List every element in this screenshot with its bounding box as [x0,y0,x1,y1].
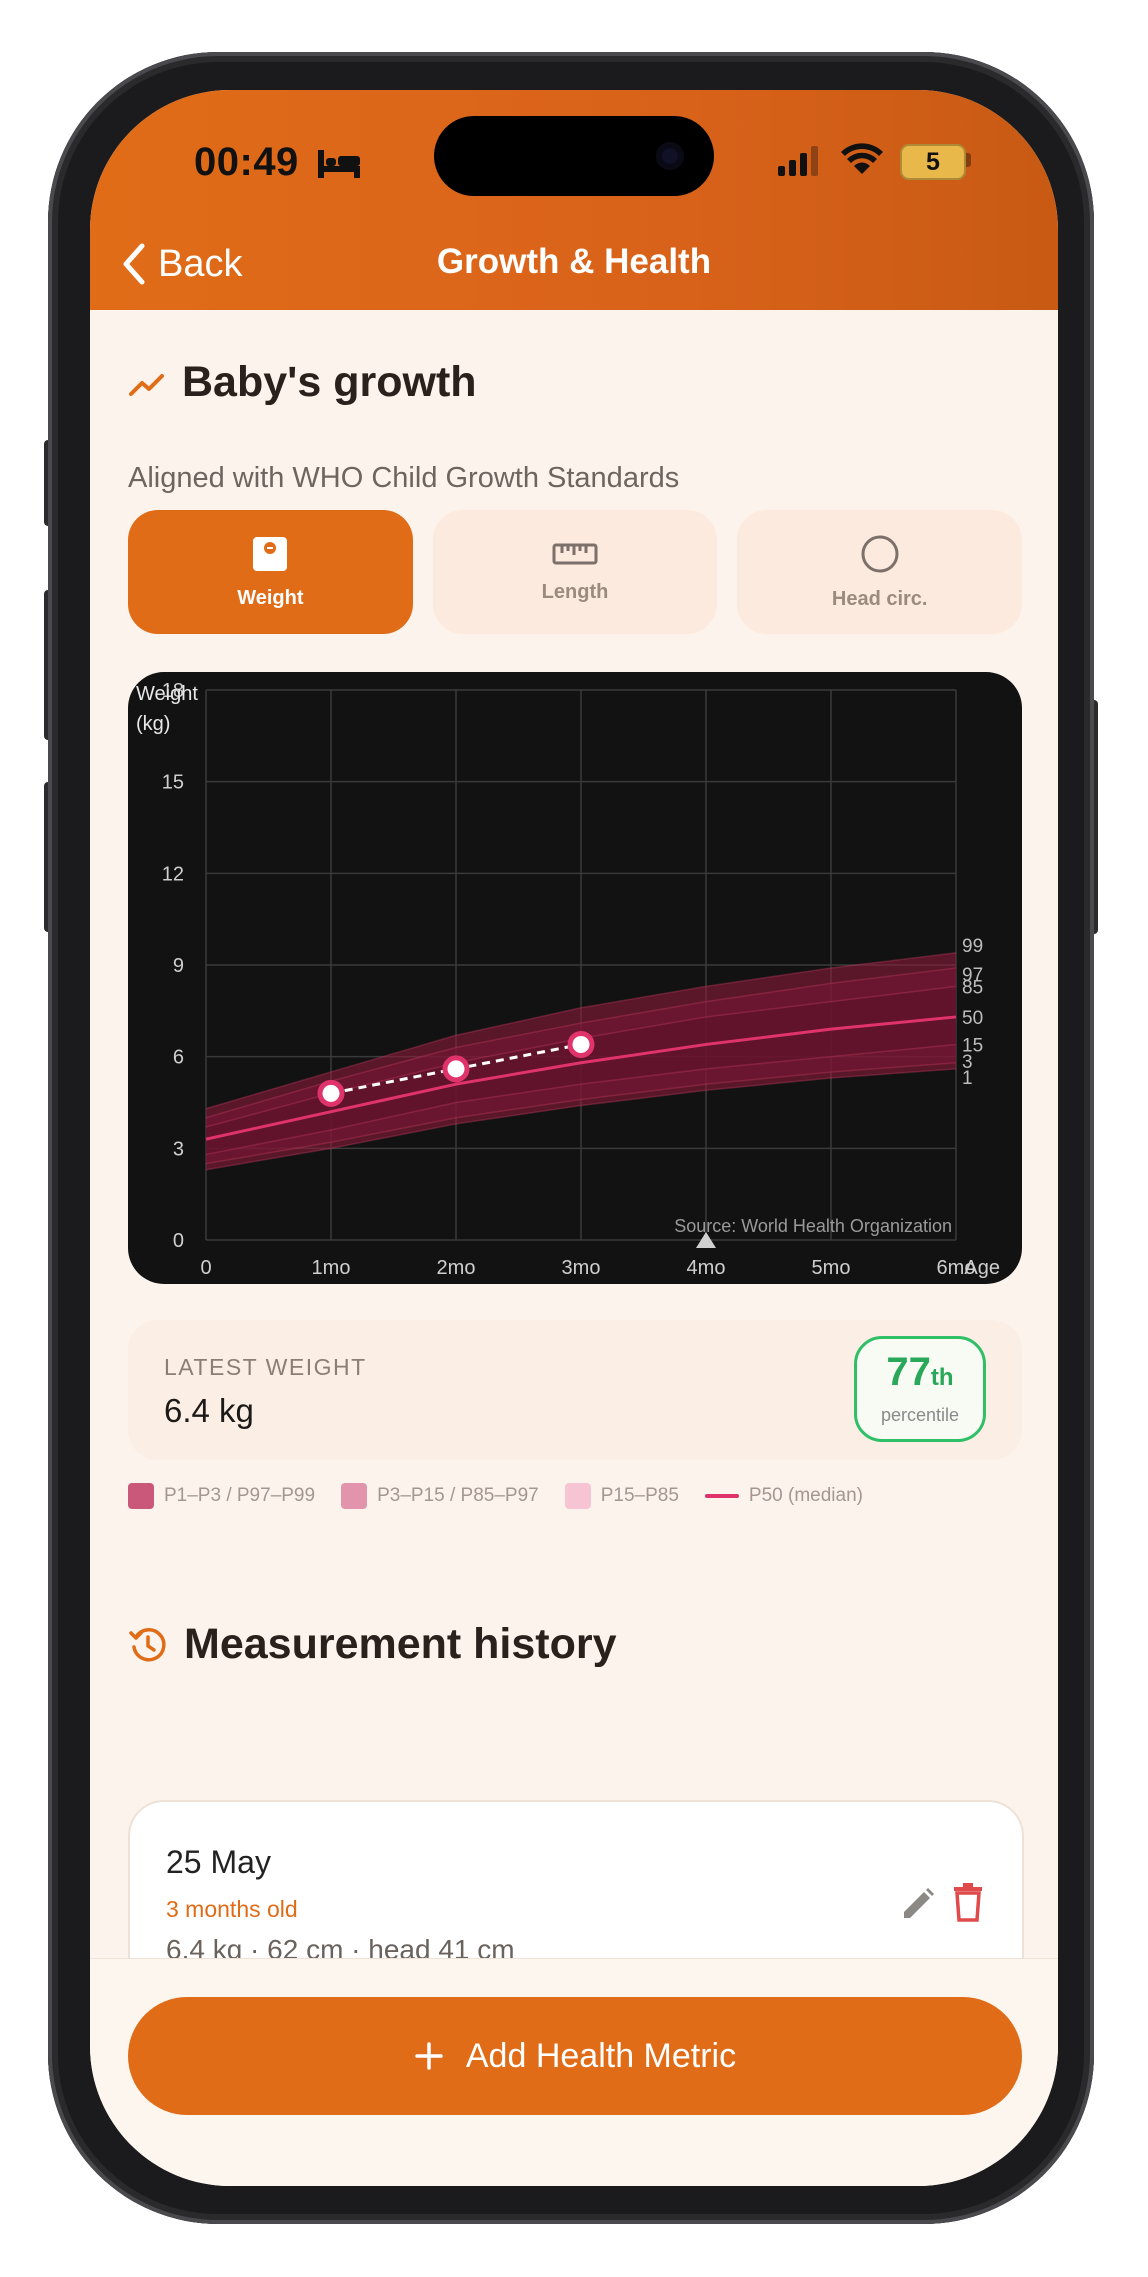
growth-section-title: Baby's growth [128,358,477,407]
y-tick-label: 6 [173,1047,184,1069]
x-axis-label: Age [964,1257,1000,1279]
growth-title-text: Baby's growth [182,358,477,406]
y-axis-label: Weight [136,683,198,705]
front-camera [656,142,684,170]
legend-median-line [704,1494,739,1498]
legend-item-outer-band: P1–P3 / P97–P99 [128,1483,315,1509]
delete-icon[interactable] [952,1882,984,1922]
legend-label: P50 (median) [748,1485,863,1506]
legend-item-mid-band: P3–P15 / P85–P97 [341,1483,539,1509]
x-tick-label: 3mo [562,1257,601,1279]
cellular-signal-icon [778,146,818,176]
tab-weight[interactable]: Weight [128,510,413,634]
x-tick-label: 1mo [312,1257,351,1279]
y-tick-label: 3 [173,1138,184,1160]
latest-weight-value: 6.4 kg [164,1392,254,1429]
x-tick-label: 0 [200,1257,211,1279]
percentile-label: 97 [962,965,983,986]
legend-swatch [128,1483,154,1509]
legend-label: P15–P85 [600,1485,679,1506]
percentile-value: 77 [886,1350,931,1394]
tab-length-label: Length [541,580,609,603]
add-health-metric-button[interactable]: Add Health Metric [128,1997,1022,2115]
circle-icon [861,535,899,572]
battery-indicator: 5 [900,144,966,180]
screen: 00:49 5 Back Growth & Health Baby's grow… [90,90,1058,2186]
legend-item-median: P50 (median) [704,1485,863,1507]
metric-tabs: Weight Length Head circ. [128,510,1023,634]
y-tick-label: 0 [173,1230,184,1252]
y-tick-label: 9 [173,955,184,977]
legend-label: P1–P3 / P97–P99 [164,1485,316,1506]
percentile-number: 77th [857,1351,983,1399]
ruler-icon [552,543,598,564]
edit-icon[interactable] [900,1886,936,1922]
tab-weight-label: Weight [237,586,304,609]
bottom-action-bar: Add Health Metric [90,1958,1058,2186]
x-tick-label: 5mo [812,1257,851,1279]
status-time: 00:49 [194,140,299,184]
growth-chart: 1 3 15 50 85 97 99 0 3 6 9 12 15 18 0 1mo 2mo 3mo 4mo 5mo 6m… [128,672,1022,1284]
plus-icon [415,2042,443,2070]
history-date: 25 May [166,1844,271,1880]
chart-source: Source: World Health Organization [674,1216,952,1236]
tab-head-circ-label: Head circ. [831,587,928,610]
growth-subtitle: Aligned with WHO Child Growth Standards [128,462,680,494]
x-tick-label: 4mo [687,1257,726,1279]
sleep-mode-icon [318,150,360,178]
legend-label: P3–P15 / P85–P97 [377,1485,539,1506]
history-icon [129,1627,166,1661]
latest-weight-card: LATEST WEIGHT 6.4 kg 77th percentile [128,1320,1022,1460]
legend-item-inner-band: P15–P85 [564,1483,679,1509]
x-tick-label: 2mo [437,1257,476,1279]
latest-weight-label: LATEST WEIGHT [164,1354,367,1380]
measurement-point [442,1055,470,1083]
measurement-point [317,1079,345,1107]
chart-legend: P1–P3 / P97–P99 P3–P15 / P85–P97 P15–P85… [128,1483,863,1509]
y-tick-label: 12 [162,863,184,885]
app-header: 00:49 5 Back Growth & Health [90,90,1058,310]
tab-head-circ[interactable]: Head circ. [737,510,1023,634]
tab-length[interactable]: Length [432,510,718,634]
percentile-suffix: th [930,1364,954,1391]
growth-chart-svg: 13155085979903691215180 1mo 2mo 3mo 4mo 5mo 6m… [136,680,1000,1279]
battery-tip [966,153,971,167]
legend-swatch [341,1483,368,1509]
y-tick-label: 15 [162,772,184,794]
measurement-point [567,1030,595,1058]
percentile-label: 99 [962,936,983,957]
scale-icon [253,536,288,571]
history-section-title: Measurement history [128,1620,617,1669]
page-title: Growth & Health [436,242,712,281]
add-button-label: Add Health Metric [465,2036,737,2075]
percentile-label: 50 [962,1008,983,1029]
history-age: 3 months old [166,1896,298,1922]
legend-swatch [564,1483,591,1509]
percentile-label: 15 [962,1035,983,1056]
percentile-badge: 77th percentile [854,1336,986,1442]
percentile-word: percentile [880,1405,960,1425]
main-content: Baby's growth Aligned with WHO Child Gro… [90,310,1058,2186]
history-title-text: Measurement history [184,1620,617,1668]
wifi-icon [841,143,883,174]
y-axis-label: (kg) [136,713,170,735]
trending-up-icon [129,373,164,396]
